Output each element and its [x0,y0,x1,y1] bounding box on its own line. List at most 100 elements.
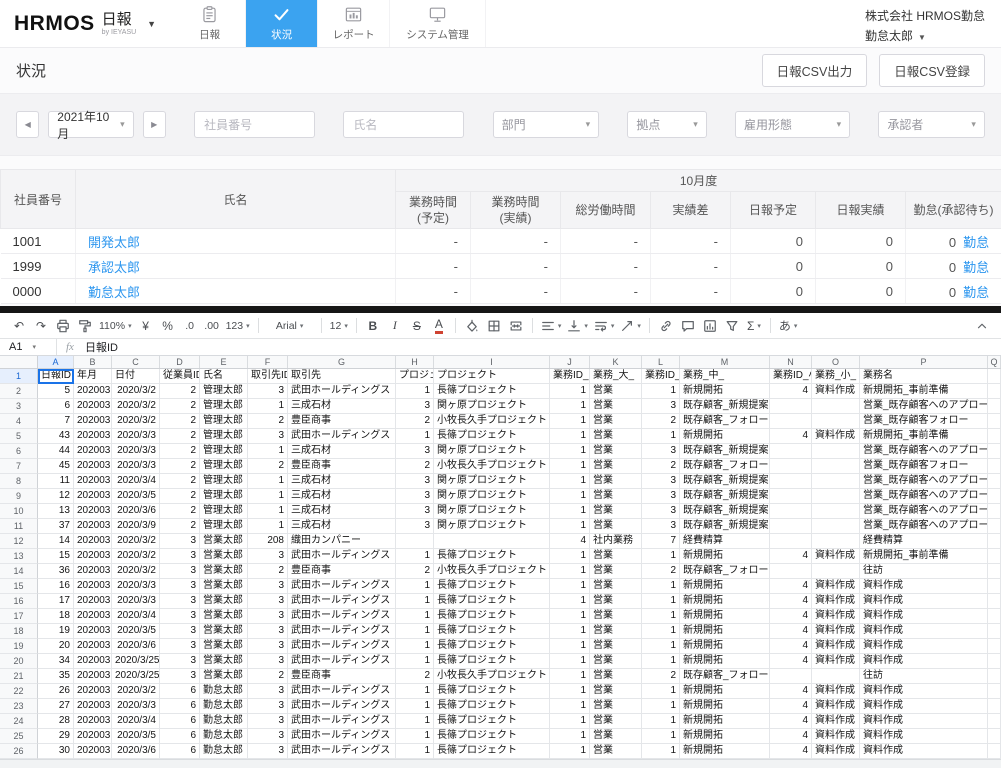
cell-D17[interactable]: 3 [160,609,200,624]
cell-M20[interactable]: 新規開拓 [680,654,770,669]
cell-I25[interactable]: 長篠プロジェクト [434,729,550,744]
cell-C1[interactable]: 日付 [112,369,160,384]
row-header-3[interactable]: 3 [0,399,38,414]
row-header-10[interactable]: 10 [0,504,38,519]
cell-H24[interactable]: 1 [396,714,434,729]
cell-G7[interactable]: 豊臣商事 [288,459,396,474]
cell-O4[interactable] [812,414,860,429]
cell-M9[interactable]: 既存顧客_新規提案 [680,489,770,504]
cell-J8[interactable]: 1 [550,474,590,489]
column-header-K[interactable]: K [590,356,642,368]
cell-B1[interactable]: 年月 [74,369,112,384]
cell-M14[interactable]: 既存顧客_フォロー [680,564,770,579]
cell-A11[interactable]: 37 [38,519,74,534]
cell-G13[interactable]: 武田ホールディングス [288,549,396,564]
cell-Q4[interactable] [988,414,1001,429]
cell-D3[interactable]: 2 [160,399,200,414]
cell-L17[interactable]: 1 [642,609,680,624]
horizontal-align-button[interactable]: ▾ [538,315,565,337]
cell-D25[interactable]: 6 [160,729,200,744]
row-header-25[interactable]: 25 [0,729,38,744]
cell-D16[interactable]: 3 [160,594,200,609]
cell-N25[interactable]: 4 [770,729,812,744]
cell-G24[interactable]: 武田ホールディングス [288,714,396,729]
cell-M7[interactable]: 既存顧客_フォロー [680,459,770,474]
cell-H23[interactable]: 1 [396,699,434,714]
cell-D13[interactable]: 3 [160,549,200,564]
cell-M13[interactable]: 新規開拓 [680,549,770,564]
collapse-toolbar-button[interactable] [971,315,993,337]
font-select[interactable]: Arial▾ [264,315,316,337]
cell-A7[interactable]: 45 [38,459,74,474]
cell-E16[interactable]: 営業太郎 [200,594,248,609]
cell-C6[interactable]: 2020/3/3 [112,444,160,459]
cell-G17[interactable]: 武田ホールディングス [288,609,396,624]
cell-P25[interactable]: 資料作成 [860,729,988,744]
hrmos-logo-menu[interactable]: HRMOS 日報 by IEYASU ▼ [0,0,174,47]
cell-L9[interactable]: 3 [642,489,680,504]
cell-D12[interactable]: 3 [160,534,200,549]
cell-C20[interactable]: 2020/3/25 [112,654,160,669]
attendance-link[interactable]: 勤怠 [963,260,989,275]
cell-G22[interactable]: 武田ホールディングス [288,684,396,699]
column-header-P[interactable]: P [860,356,988,368]
cell-E23[interactable]: 勤怠太郎 [200,699,248,714]
text-color-button[interactable]: A [428,315,450,337]
cell-B5[interactable]: 202003 [74,429,112,444]
cell-D7[interactable]: 2 [160,459,200,474]
cell-B9[interactable]: 202003 [74,489,112,504]
undo-button[interactable]: ↶ [8,315,30,337]
cell-B8[interactable]: 202003 [74,474,112,489]
cell-O6[interactable] [812,444,860,459]
cell-O1[interactable]: 業務_小_ [812,369,860,384]
cell-B25[interactable]: 202003 [74,729,112,744]
cell-K17[interactable]: 営業 [590,609,642,624]
cell-O26[interactable]: 資料作成 [812,744,860,759]
cell-J7[interactable]: 1 [550,459,590,474]
cell-F18[interactable]: 3 [248,624,288,639]
cell-F9[interactable]: 1 [248,489,288,504]
cell-J2[interactable]: 1 [550,384,590,399]
row-header-13[interactable]: 13 [0,549,38,564]
cell-G9[interactable]: 三成石材 [288,489,396,504]
cell-J15[interactable]: 1 [550,579,590,594]
cell-H14[interactable]: 2 [396,564,434,579]
input-tools-button[interactable]: あ▾ [776,315,801,337]
cell-C15[interactable]: 2020/3/3 [112,579,160,594]
cell-F17[interactable]: 3 [248,609,288,624]
cell-Q6[interactable] [988,444,1001,459]
cell-Q18[interactable] [988,624,1001,639]
cell-J9[interactable]: 1 [550,489,590,504]
cell-G14[interactable]: 豊臣商事 [288,564,396,579]
cell-I3[interactable]: 関ヶ原プロジェクト [434,399,550,414]
cell-C21[interactable]: 2020/3/25 [112,669,160,684]
column-header-F[interactable]: F [248,356,288,368]
cell-M4[interactable]: 既存顧客_フォロー [680,414,770,429]
cell-B16[interactable]: 202003 [74,594,112,609]
cell-J25[interactable]: 1 [550,729,590,744]
cell-J1[interactable]: 業務ID_大 [550,369,590,384]
csv-register-button[interactable]: 日報CSV登録 [879,54,985,87]
cell-P8[interactable]: 営業_既存顧客へのアプローチ [860,474,988,489]
cell-A1[interactable]: 日報ID [38,369,74,384]
cell-B11[interactable]: 202003 [74,519,112,534]
cell-H2[interactable]: 1 [396,384,434,399]
cell-D10[interactable]: 2 [160,504,200,519]
cell-C4[interactable]: 2020/3/2 [112,414,160,429]
cell-M6[interactable]: 既存顧客_新規提案 [680,444,770,459]
create-filter-button[interactable] [721,315,743,337]
attendance-link[interactable]: 勤怠 [963,235,989,250]
cell-I10[interactable]: 関ヶ原プロジェクト [434,504,550,519]
cell-O8[interactable] [812,474,860,489]
column-header-H[interactable]: H [396,356,434,368]
more-formats-button[interactable]: 123▾ [223,315,253,337]
row-header-6[interactable]: 6 [0,444,38,459]
cell-L6[interactable]: 3 [642,444,680,459]
name-box[interactable]: A1 ▾ [0,341,56,353]
row-header-9[interactable]: 9 [0,489,38,504]
location-select[interactable]: 拠点 ▾ [627,111,706,138]
cell-C13[interactable]: 2020/3/2 [112,549,160,564]
cell-J21[interactable]: 1 [550,669,590,684]
cell-A20[interactable]: 34 [38,654,74,669]
cell-D9[interactable]: 2 [160,489,200,504]
